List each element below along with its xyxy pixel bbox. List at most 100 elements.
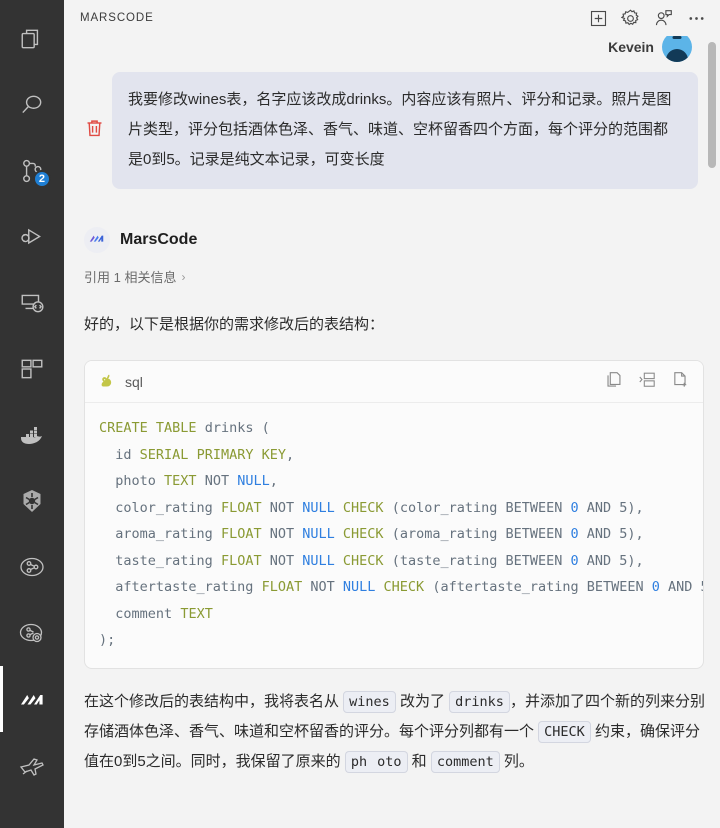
code-token: PRIMARY: [196, 446, 254, 463]
code-token: AND 5),: [578, 526, 644, 542]
new-file-button[interactable]: [672, 371, 689, 393]
code-token: CHECK: [342, 526, 384, 542]
sidebar-item-docker[interactable]: [0, 402, 64, 468]
code-token: (: [253, 420, 270, 436]
code-token: (color_rating BETWEEN: [383, 499, 571, 516]
code-token: color_rating: [115, 499, 213, 516]
code-token: 0: [570, 526, 579, 542]
assistant-avatar: [84, 227, 110, 253]
sidebar-item-test-explorer[interactable]: [0, 600, 64, 666]
assistant-header: MarsCode: [84, 227, 706, 253]
code-token: comment: [115, 605, 173, 622]
user-message-bubble: 我要修改wines表，名字应该改成drinks。内容应该有照片、评分和记录。照片…: [112, 72, 698, 189]
avatar-dome: [666, 49, 688, 62]
code-token: photo: [115, 473, 156, 489]
docker-whale-icon: [18, 421, 46, 449]
conversation-scrollbar[interactable]: [706, 36, 718, 828]
user-name: Kevein: [608, 39, 654, 55]
code-token: 0: [651, 579, 660, 595]
marscode-panel: MARSCODE Kevein 我要修改wines表，名字应该改成drinks。…: [64, 0, 720, 828]
sidebar-item-search[interactable]: [0, 72, 64, 138]
code-token: AND 5),: [578, 499, 644, 516]
conversation-area: Kevein 我要修改wines表，名字应该改成drinks。内容应该有照片、评…: [64, 36, 720, 828]
code-token: TEXT: [180, 605, 213, 622]
code-token: (aroma_rating BETWEEN: [383, 526, 571, 542]
sidebar-item-remote-explorer[interactable]: [0, 270, 64, 336]
header-actions: [590, 8, 706, 28]
code-token: AND 5),: [668, 579, 703, 595]
trash-icon: [86, 119, 103, 142]
code-token: NULL: [302, 552, 335, 569]
sidebar-item-source-control[interactable]: 2: [0, 138, 64, 204]
code-token: (aftertaste_rating BETWEEN: [424, 579, 652, 595]
avatar[interactable]: [662, 36, 692, 62]
activity-bar: 2: [0, 0, 64, 828]
code-token: taste_rating: [115, 552, 213, 569]
copy-code-button[interactable]: [605, 371, 622, 393]
inline-code-photo-part1: ph: [344, 750, 373, 773]
code-token: AND 5),: [578, 552, 644, 569]
page-title: MARSCODE: [80, 12, 154, 24]
code-token: CHECK: [342, 499, 384, 516]
code-line: photo TEXT NOT NULL,: [99, 468, 703, 495]
code-token: );: [99, 632, 116, 648]
code-line: comment TEXT: [99, 601, 703, 628]
sidebar-item-airplane[interactable]: [0, 732, 64, 798]
scrollbar-thumb[interactable]: [708, 42, 716, 168]
code-token: NOT: [269, 499, 295, 516]
code-token: SERIAL: [139, 446, 189, 463]
sidebar-item-marscode[interactable]: [0, 666, 64, 732]
summary-seg-5: 和: [407, 752, 431, 770]
inline-code-photo-part2: oto: [372, 750, 408, 773]
sidebar-item-pipeline[interactable]: [0, 534, 64, 600]
code-content[interactable]: CREATE TABLE drinks ( id SERIAL PRIMARY …: [85, 403, 703, 668]
code-token: aftertaste_rating: [115, 579, 254, 595]
sidebar-item-explorer[interactable]: [0, 6, 64, 72]
settings-button[interactable]: [621, 8, 640, 28]
code-token: CREATE: [99, 420, 148, 436]
code-token: ,: [286, 446, 295, 463]
files-icon: [19, 26, 45, 52]
citation-link[interactable]: 引用 1 相关信息 ›: [84, 267, 706, 286]
summary-seg-2: 改为了: [395, 692, 450, 710]
sidebar-item-run-and-debug[interactable]: [0, 204, 64, 270]
code-token: NOT: [269, 552, 295, 569]
kubernetes-helm-icon: [18, 487, 46, 515]
persona-button[interactable]: [654, 9, 673, 28]
chevron-right-icon: ›: [181, 269, 186, 284]
code-token: NOT: [310, 579, 335, 595]
sidebar-item-extensions[interactable]: [0, 336, 64, 402]
code-line: id SERIAL PRIMARY KEY,: [99, 442, 703, 469]
delete-message-button[interactable]: [80, 119, 108, 142]
code-line: aroma_rating FLOAT NOT NULL CHECK (aroma…: [99, 521, 703, 548]
more-actions-button[interactable]: [687, 9, 706, 28]
sql-rabbit-icon: [99, 374, 119, 390]
marscode-chat-window: 2 MARSCODE Kevein 我要修改wines表，名字应该改成drink…: [0, 0, 720, 828]
code-line: );: [99, 627, 703, 654]
code-token: CHECK: [383, 579, 425, 595]
code-token: NULL: [302, 526, 335, 542]
search-icon: [19, 92, 45, 118]
sidebar-item-kubernetes[interactable]: [0, 468, 64, 534]
summary-seg-6: 列。: [499, 752, 534, 770]
assistant-summary-text: 在这个修改后的表结构中，我将表名从 wines 改为了 drinks ，并添加了四…: [84, 687, 706, 777]
code-token: NULL: [237, 473, 270, 489]
insert-code-button[interactable]: [638, 371, 656, 393]
code-line: CREATE TABLE drinks (: [99, 415, 703, 442]
code-token: FLOAT: [220, 552, 262, 569]
code-token: id: [115, 446, 132, 463]
marscode-logo-icon: [17, 684, 47, 714]
new-chat-button[interactable]: [590, 10, 607, 27]
code-token: NOT: [269, 526, 295, 542]
